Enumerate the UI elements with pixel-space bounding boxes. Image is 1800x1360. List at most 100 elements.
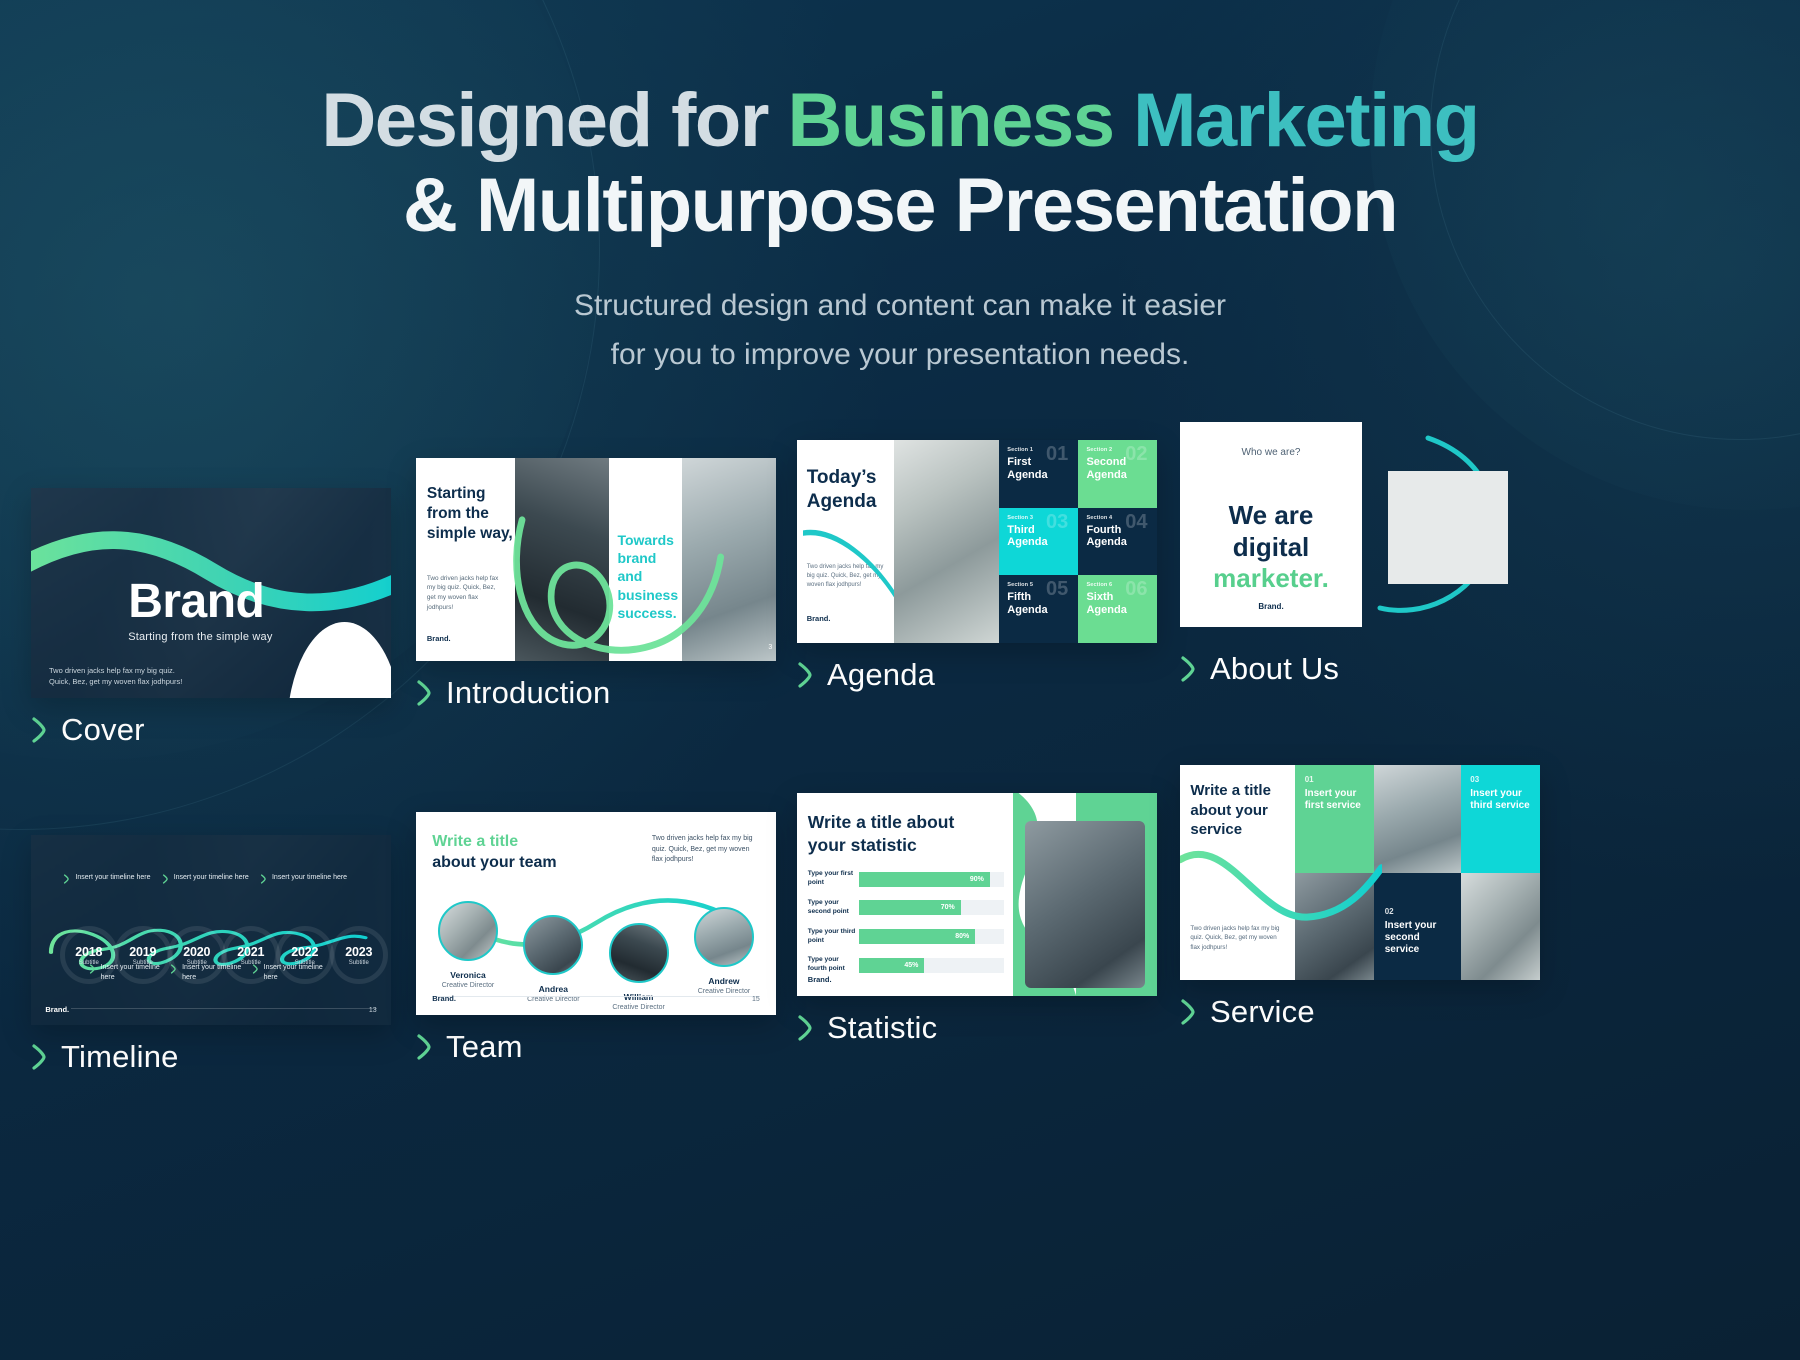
statistic-bar-chart: Type your first point 90% Type your seco… (808, 870, 1005, 985)
chevron-right-icon (64, 874, 70, 884)
caption-label: Agenda (827, 657, 936, 692)
timeline-label-text: Insert your timeline here (271, 874, 348, 881)
service-item-1[interactable]: 01 Insert your first service (1295, 765, 1375, 873)
timeline-label-text: Insert your timeline here (173, 874, 249, 881)
slide-card-team[interactable]: Write a title about your team Two driven… (416, 812, 776, 1065)
team-slide[interactable]: Write a title about your team Two driven… (416, 812, 776, 1015)
intro-brand: Brand. (426, 633, 451, 643)
agenda-item-2[interactable]: 02 Section 2 Second Agenda (1077, 440, 1157, 508)
statistic-bar-row: Type your second point 70% (808, 899, 1005, 917)
intro-column-text: Starting from the simple way, Two driven… (416, 458, 515, 661)
about-brand: Brand. (1258, 601, 1284, 611)
team-member-3[interactable]: William Creative Director (605, 923, 673, 1011)
service-item-3[interactable]: 03 Insert your third service (1460, 765, 1540, 873)
team-brand: Brand. (432, 993, 456, 1003)
avatar (523, 915, 584, 976)
page-title: Designed for Business Marketing (0, 78, 1800, 163)
agenda-item-number: 04 (1125, 510, 1148, 533)
slide-card-cover[interactable]: Brand Starting from the simple way Two d… (31, 488, 391, 748)
page-header: Designed for Business Marketing & Multip… (0, 78, 1800, 379)
timeline-label-text: Insert your timeline here (75, 874, 151, 881)
agenda-item-6[interactable]: 06 Section 6 Sixth Agenda (1077, 575, 1157, 643)
timeline-year-value: 2018 (75, 944, 103, 959)
chevron-right-icon (1181, 999, 1195, 1025)
intro-heading: Starting from the simple way, (426, 485, 513, 543)
agenda-item-3[interactable]: 03 Section 3 Third Agenda (998, 507, 1078, 576)
timeline-bottom-labels: Insert your timeline here Insert your ti… (31, 963, 391, 983)
agenda-items-grid: 01 Section 1 First Agenda 02 Section 2 S… (998, 440, 1157, 643)
agenda-item-4[interactable]: 04 Section 4 Fourth Agenda (1077, 507, 1157, 576)
service-heading-line1: Write a title (1190, 782, 1271, 800)
slide-card-agenda[interactable]: Today’s Agenda Two driven jacks help fax… (797, 440, 1157, 693)
caption-service: Service (1180, 994, 1540, 1030)
service-photo-3 (1460, 872, 1540, 980)
service-item-label: Insert your first service (1304, 787, 1361, 811)
avatar (438, 901, 499, 962)
timeline-label-bottom-1: Insert your timeline here (89, 963, 171, 983)
service-slide[interactable]: Write a title about your service 01 Inse… (1180, 765, 1540, 980)
slide-card-timeline[interactable]: Insert your timeline here Insert your ti… (31, 835, 391, 1075)
page-title-line2: & Multipurpose Presentation (402, 163, 1399, 249)
chevron-right-icon (417, 1034, 431, 1060)
agenda-item-1[interactable]: 01 Section 1 First Agenda (998, 440, 1078, 508)
chevron-right-icon (32, 1044, 46, 1070)
slide-deck: Brand Starting from the simple way Two d… (0, 422, 1800, 1145)
chevron-right-icon (798, 662, 812, 688)
caption-label: Timeline (61, 1039, 179, 1074)
agenda-item-5[interactable]: 05 Section 5 Fifth Agenda (998, 575, 1078, 643)
statistic-heading: Write a title about your statistic (808, 811, 955, 856)
introduction-slide[interactable]: Starting from the simple way, Two driven… (416, 458, 776, 661)
team-member-2[interactable]: Andrea Creative Director (519, 915, 587, 1011)
service-photo-1 (1374, 765, 1461, 873)
caption-label: Statistic (827, 1010, 938, 1045)
slide-card-about[interactable]: Who we are? We are digital marketer. Bra… (1180, 422, 1540, 687)
agenda-curve-graphic (802, 530, 895, 599)
statistic-bar-track: 80% (858, 929, 1005, 945)
statistic-bar-row: Type your fourth point 45% (808, 956, 1005, 974)
statistic-bar-value: 70% (940, 904, 955, 912)
statistic-photo (1024, 821, 1146, 988)
statistic-bar-label: Type your second point (807, 898, 849, 915)
chevron-right-icon (417, 680, 431, 706)
slide-card-statistic[interactable]: Write a title about your statistic Type … (797, 793, 1157, 1046)
statistic-content-pane: Write a title about your statistic Type … (797, 793, 1013, 996)
agenda-item-number: 05 (1046, 578, 1069, 601)
chevron-right-icon (252, 964, 258, 974)
statistic-photo-pane (1013, 793, 1157, 996)
team-member-name: William (623, 992, 654, 1003)
statistic-slide[interactable]: Write a title about your statistic Type … (797, 793, 1157, 996)
service-heading-line3: service (1190, 821, 1243, 839)
avatar (693, 907, 754, 968)
showcase-page: Designed for Business Marketing & Multip… (0, 0, 1800, 1360)
title-segment-marketing: Marketing (1133, 78, 1480, 163)
slide-card-service[interactable]: Write a title about your service 01 Inse… (1180, 765, 1540, 1030)
avatar (608, 923, 669, 984)
service-photo-2 (1295, 872, 1375, 980)
service-heading-line2: about your (1190, 801, 1268, 819)
cover-note: Two driven jacks help fax my big quiz. Q… (49, 665, 183, 686)
agenda-slide[interactable]: Today’s Agenda Two driven jacks help fax… (797, 440, 1157, 643)
intro-heading-2: Towards brand and business success. (617, 532, 679, 621)
timeline-slide[interactable]: Insert your timeline here Insert your ti… (31, 835, 391, 1025)
cover-title: Brand (128, 575, 265, 629)
statistic-bar-fill: 45% (858, 957, 925, 973)
statistic-bar-label: Type your fourth point (807, 956, 845, 973)
caption-team: Team (416, 1029, 776, 1065)
about-heading-line1: We are (1228, 499, 1314, 530)
service-item-number: 01 (1304, 774, 1314, 784)
team-member-role: Creative Director (612, 1004, 665, 1012)
caption-introduction: Introduction (416, 675, 776, 711)
slide-row-1: Brand Starting from the simple way Two d… (0, 422, 1800, 760)
chevron-right-icon (32, 717, 46, 743)
statistic-bar-track: 70% (858, 900, 1005, 916)
about-slide[interactable]: Who we are? We are digital marketer. Bra… (1180, 422, 1540, 637)
service-item-2[interactable]: 02 Insert your second service (1374, 872, 1461, 980)
cover-slide[interactable]: Brand Starting from the simple way Two d… (31, 488, 391, 698)
team-heading-line1: Write a title (432, 833, 519, 851)
timeline-brand: Brand. (45, 1004, 70, 1014)
team-member-role: Creative Director (697, 988, 751, 996)
intro-photo-left (515, 458, 609, 661)
team-member-name: Andrea (538, 984, 568, 995)
slide-card-introduction[interactable]: Starting from the simple way, Two driven… (416, 458, 776, 711)
about-kicker: Who we are? (1241, 446, 1301, 458)
